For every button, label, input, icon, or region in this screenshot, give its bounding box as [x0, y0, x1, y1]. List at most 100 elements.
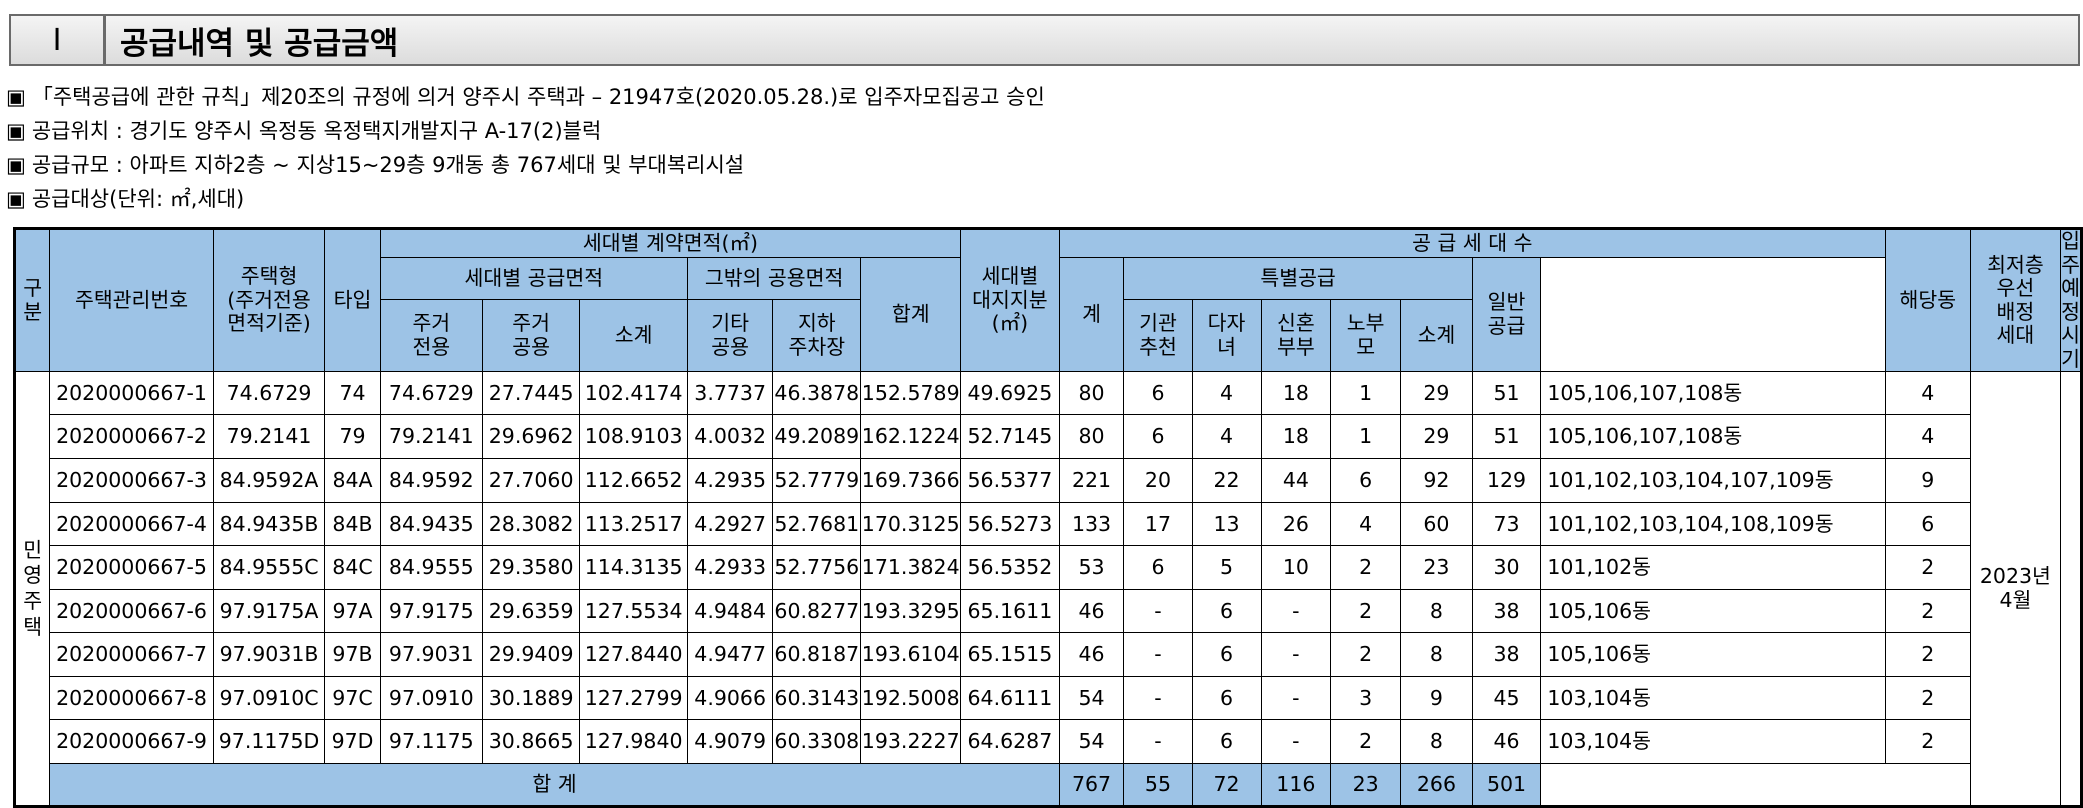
buildings-cell: 101,102,103,104,108,109동	[1540, 502, 1886, 547]
header-supply-area: 세대별 공급면적	[379, 256, 688, 301]
buildings-cell: 101,102동	[1540, 545, 1886, 591]
mgmt-no-cell: 2020000667-2	[49, 414, 214, 460]
elderly-cell: 2	[1330, 632, 1402, 678]
subtotal-cell: 127.8440	[579, 632, 688, 678]
general-cell: 51	[1471, 371, 1542, 416]
other-common-cell: 3.7737	[686, 371, 774, 416]
newlywed-cell: 10	[1260, 545, 1332, 591]
units-cell: 80	[1058, 414, 1125, 460]
housing-type-cell: 84.9592A	[212, 458, 326, 504]
header-elderly: 노부 모	[1330, 299, 1402, 373]
type-cell: 84A	[324, 458, 381, 504]
other-common-cell: 4.9066	[686, 676, 774, 721]
institution-cell: 6	[1123, 371, 1193, 416]
common-cell: 29.9409	[481, 632, 581, 678]
general-cell: 73	[1471, 502, 1542, 547]
institution-cell: -	[1123, 676, 1193, 721]
table-row: 2020000667-8 97.0910C 97C 97.0910 30.1889 127…	[15, 676, 2082, 721]
institution-cell: -	[1123, 632, 1193, 678]
totals-newlywed: 116	[1260, 763, 1332, 808]
mgmt-no-cell: 2020000667-9	[49, 719, 214, 765]
multi-child-cell: 13	[1191, 502, 1262, 547]
header-common: 주거 공용	[481, 299, 581, 373]
other-common-cell: 4.9477	[686, 632, 774, 678]
special-subtotal-cell: 9	[1400, 676, 1473, 721]
elderly-cell: 1	[1330, 414, 1402, 460]
header-newlywed: 신혼 부부	[1260, 299, 1332, 373]
land-share-cell: 56.5273	[960, 502, 1060, 547]
table-row: 2020000667-6 97.9175A 97A 97.9175 29.6359 127…	[15, 589, 2082, 634]
multi-child-cell: 4	[1191, 371, 1262, 416]
general-cell: 45	[1471, 676, 1542, 721]
buildings-cell: 105,106동	[1540, 632, 1886, 678]
type-cell: 74	[324, 371, 381, 416]
land-share-cell: 56.5377	[960, 458, 1060, 504]
subtotal-cell: 113.2517	[579, 502, 688, 547]
common-cell: 30.1889	[481, 676, 581, 721]
housing-type-cell: 97.0910C	[212, 676, 326, 721]
category-cell: 민 영 주 택	[13, 371, 51, 808]
lowest-floor-cell: 2	[1884, 676, 1971, 721]
elderly-cell: 4	[1330, 502, 1402, 547]
table-row: 2020000667-2 79.2141 79 79.2141 29.6962 108.9…	[15, 414, 2082, 460]
mgmt-no-cell: 2020000667-5	[49, 545, 214, 591]
totals-label: 합 계	[49, 763, 1060, 808]
elderly-cell: 1	[1330, 371, 1402, 416]
subtotal-cell: 102.4174	[579, 371, 688, 416]
total-cell: 193.3295	[860, 589, 962, 634]
header-housing-type: 주택형 (주거전용 면적기준)	[212, 227, 326, 373]
buildings-cell: 101,102,103,104,107,109동	[1540, 458, 1886, 504]
type-cell: 79	[324, 414, 381, 460]
type-cell: 84B	[324, 502, 381, 547]
newlywed-cell: 18	[1260, 414, 1332, 460]
note-item: ▣ 공급규모 : 아파트 지하2층 ~ 지상15~29층 9개동 총 767세대 …	[6, 148, 1045, 182]
multi-child-cell: 22	[1191, 458, 1262, 504]
elderly-cell: 2	[1330, 589, 1402, 634]
multi-child-cell: 6	[1191, 589, 1262, 634]
institution-cell: 17	[1123, 502, 1193, 547]
totals-blank	[1540, 763, 1971, 808]
subtotal-cell: 114.3135	[579, 545, 688, 591]
mgmt-no-cell: 2020000667-3	[49, 458, 214, 504]
lowest-floor-cell: 2	[1884, 589, 1971, 634]
general-cell: 46	[1471, 719, 1542, 765]
units-cell: 54	[1058, 676, 1125, 721]
exclusive-cell: 97.0910	[379, 676, 483, 721]
header-lowest-floor: 최저층 우선 배정 세대	[1969, 227, 2062, 373]
multi-child-cell: 6	[1191, 676, 1262, 721]
total-cell: 170.3125	[860, 502, 962, 547]
note-item: ▣ 공급위치 : 경기도 양주시 옥정동 옥정택지개발지구 A-17(2)블럭	[6, 114, 1045, 148]
header-other-common: 그밖의 공용면적	[686, 256, 862, 301]
housing-type-cell: 97.9175A	[212, 589, 326, 634]
header-other: 기타 공용	[686, 299, 774, 373]
newlywed-cell: 44	[1260, 458, 1332, 504]
parking-cell: 52.7756	[772, 545, 862, 591]
housing-type-cell: 84.9555C	[212, 545, 326, 591]
square-bullet-icon: ▣	[6, 85, 26, 109]
square-bullet-icon: ▣	[6, 187, 26, 211]
buildings-cell: 103,104동	[1540, 719, 1886, 765]
subtotal-cell: 127.2799	[579, 676, 688, 721]
totals-general: 501	[1471, 763, 1542, 808]
type-cell: 84C	[324, 545, 381, 591]
note-text: 공급대상(단위: ㎡,세대)	[31, 187, 245, 211]
header-type: 타입	[324, 227, 381, 373]
other-common-cell: 4.9079	[686, 719, 774, 765]
newlywed-cell: 26	[1260, 502, 1332, 547]
parking-cell: 60.3308	[772, 719, 862, 765]
general-cell: 129	[1471, 458, 1542, 504]
total-cell: 192.5008	[860, 676, 962, 721]
special-subtotal-cell: 23	[1400, 545, 1473, 591]
note-text: 공급위치 : 경기도 양주시 옥정동 옥정택지개발지구 A-17(2)블럭	[31, 119, 602, 143]
land-share-cell: 52.7145	[960, 414, 1060, 460]
units-cell: 46	[1058, 632, 1125, 678]
other-common-cell: 4.2933	[686, 545, 774, 591]
totals-institution: 55	[1123, 763, 1193, 808]
multi-child-cell: 6	[1191, 632, 1262, 678]
units-cell: 133	[1058, 502, 1125, 547]
total-cell: 193.2227	[860, 719, 962, 765]
section-number: Ⅰ	[9, 14, 105, 66]
exclusive-cell: 74.6729	[379, 371, 483, 416]
units-cell: 46	[1058, 589, 1125, 634]
common-cell: 27.7060	[481, 458, 581, 504]
